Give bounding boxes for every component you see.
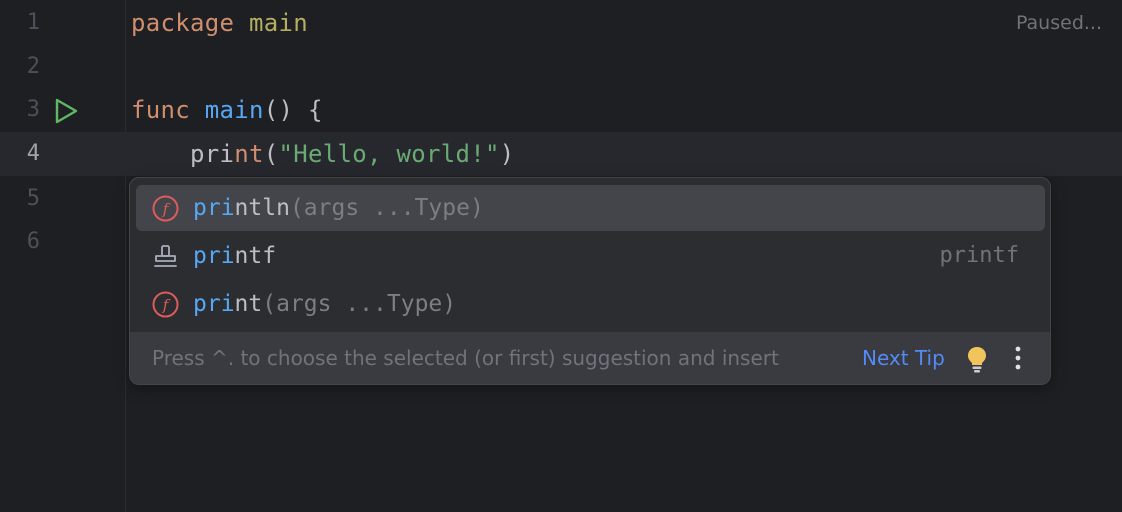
template-stamp-icon <box>154 245 177 267</box>
completion-hint-text: Press ^. to choose the selected (or firs… <box>152 346 779 370</box>
matched-prefix: pri <box>193 291 235 317</box>
svg-text:f: f <box>162 200 171 218</box>
code-punctuation: () { <box>263 96 323 124</box>
package-name: main <box>249 9 308 37</box>
matched-prefix: pri <box>193 195 235 221</box>
completion-item-printf[interactable]: printf printf <box>136 233 1045 279</box>
function-icon: f <box>152 291 179 318</box>
completion-type-hint: printf <box>939 243 1019 268</box>
code-text[interactable]: package main <box>131 1 308 45</box>
completion-item-print[interactable]: f print(args ...Type) <box>136 281 1045 327</box>
completion-remainder: nt <box>234 291 263 317</box>
line-number: 3 <box>26 97 40 122</box>
line-number: 5 <box>26 186 40 211</box>
line-number: 1 <box>26 10 40 35</box>
code-punctuation: ( <box>263 140 279 168</box>
function-icon: f <box>152 195 179 222</box>
function-name: main <box>204 96 264 124</box>
run-triangle-icon[interactable] <box>52 97 80 125</box>
code-line-1[interactable]: 1 package main <box>0 1 1122 45</box>
completion-popup[interactable]: f println(args ...Type) printf printf f … <box>129 177 1051 385</box>
completion-item-label: print(args ...Type) <box>193 281 456 327</box>
keyword: func <box>131 96 190 124</box>
completion-item-label: println(args ...Type) <box>193 185 484 231</box>
status-text: Paused... <box>1015 12 1102 34</box>
completion-inline-hint: nt <box>234 140 264 168</box>
code-text[interactable]: print("Hello, world!") <box>131 132 515 176</box>
code-line-4-current[interactable]: 4 print("Hello, world!") <box>0 132 1122 176</box>
svg-text:f: f <box>162 296 171 314</box>
next-tip-link[interactable]: Next Tip <box>862 332 945 384</box>
completion-item-println[interactable]: f println(args ...Type) <box>136 185 1045 231</box>
code-text[interactable]: func main() { <box>131 88 323 132</box>
code-punctuation: ) <box>499 140 515 168</box>
completion-signature: (args ...Type) <box>262 291 457 317</box>
completion-remainder: ntln <box>234 195 290 221</box>
line-number: 4 <box>26 141 40 166</box>
completion-footer: Press ^. to choose the selected (or firs… <box>130 332 1050 384</box>
completion-signature: (args ...Type) <box>289 195 484 221</box>
completion-item-label: printf <box>193 233 276 279</box>
keyword: package <box>131 9 235 37</box>
code-line-3[interactable]: 3 func main() { <box>0 88 1122 132</box>
line-number: 2 <box>26 54 40 79</box>
line-number: 6 <box>26 229 40 254</box>
lightbulb-icon[interactable] <box>966 345 988 373</box>
code-line-2[interactable]: 2 <box>0 45 1122 89</box>
more-options-icon[interactable] <box>1010 344 1026 372</box>
completion-remainder: ntf <box>234 243 277 269</box>
string-literal: "Hello, world!" <box>278 140 500 168</box>
typed-text: pri <box>131 140 235 168</box>
matched-prefix: pri <box>193 243 235 269</box>
